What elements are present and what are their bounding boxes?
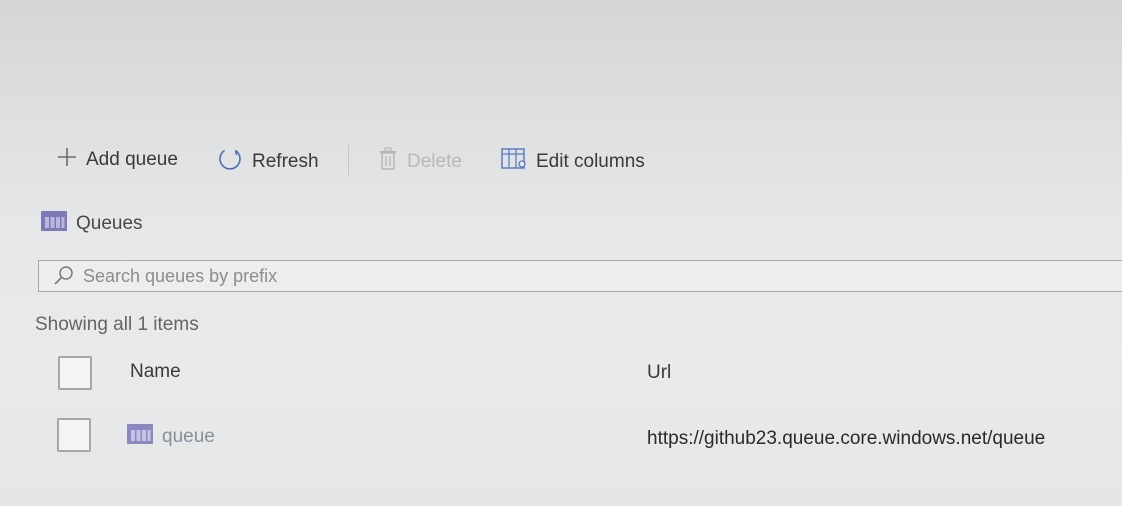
page-title: Queues	[76, 213, 143, 234]
row-checkbox[interactable]	[57, 418, 91, 452]
queue-name: queue	[162, 426, 215, 447]
toolbar-divider	[348, 145, 349, 175]
edit-columns-label: Edit columns	[536, 151, 645, 172]
search-box[interactable]	[38, 260, 1122, 292]
refresh-icon	[216, 145, 244, 179]
queues-heading: Queues	[40, 210, 143, 238]
delete-label: Delete	[407, 151, 462, 172]
refresh-label: Refresh	[252, 151, 319, 172]
delete-button[interactable]: Delete	[377, 147, 462, 177]
column-header-url[interactable]: Url	[647, 362, 671, 384]
queue-url: https://github23.queue.core.windows.net/…	[647, 428, 1046, 449]
edit-columns-icon	[500, 147, 528, 177]
queue-icon	[126, 423, 154, 451]
trash-icon	[377, 147, 399, 177]
add-queue-label: Add queue	[86, 149, 178, 170]
add-queue-button[interactable]: Add queue	[56, 146, 178, 174]
queue-icon	[40, 210, 68, 238]
plus-icon	[56, 146, 78, 174]
search-icon	[53, 265, 75, 287]
edit-columns-button[interactable]: Edit columns	[500, 147, 645, 177]
search-input[interactable]	[83, 265, 983, 287]
refresh-button[interactable]: Refresh	[216, 145, 319, 179]
column-header-name[interactable]: Name	[130, 361, 181, 383]
queue-name-link[interactable]: queue	[126, 423, 215, 451]
items-count-status: Showing all 1 items	[35, 314, 199, 335]
select-all-checkbox[interactable]	[58, 356, 92, 390]
